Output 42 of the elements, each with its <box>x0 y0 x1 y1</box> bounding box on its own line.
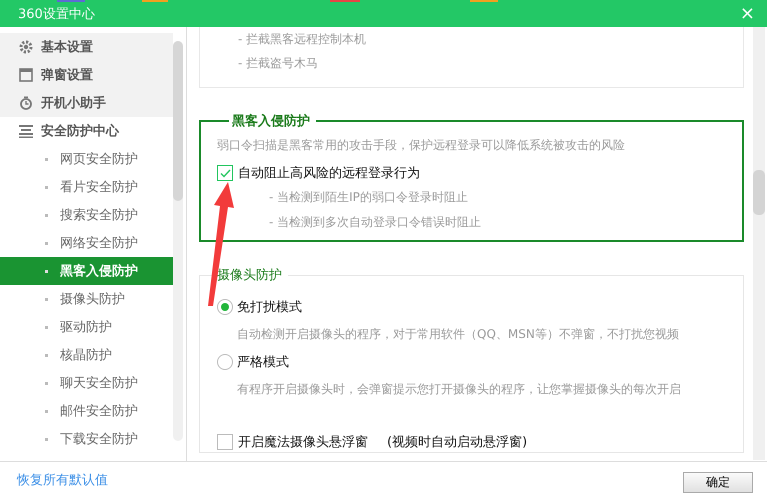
detail-line: - 当检测到多次自动登录口令错误时阻止 <box>269 214 482 231</box>
detail-line: - 当检测到陌生IP的弱口令登录时阻止 <box>269 189 469 206</box>
radio-button[interactable] <box>217 299 233 315</box>
mode-description: 自动检测开启摄像头的程序，对于常用软件（QQ、MSN等）不弹窗，不打扰您视频 <box>237 326 680 343</box>
section-description: 弱口令扫描是黑客常用的攻击手段，保护远程登录可以降低系统被攻击的风险 <box>217 137 626 154</box>
sidebar-item[interactable]: 网络安全防护 <box>0 229 173 257</box>
sidebar-item[interactable]: 核晶防护 <box>0 341 173 369</box>
sidebar-item[interactable]: 搜索安全防护 <box>0 201 173 229</box>
checkmark-icon <box>220 168 230 178</box>
feature-line: - 拦截黑客远程控制本机 <box>238 31 368 48</box>
sidebar-item[interactable]: 开机小助手 <box>0 89 173 117</box>
window-title: 360设置中心 <box>18 6 95 22</box>
sidebar-item[interactable]: 基本设置 <box>0 33 173 61</box>
radio-label: 免打扰模式 <box>237 299 302 316</box>
sidebar-item[interactable]: 看片安全防护 <box>0 173 173 201</box>
checkbox[interactable] <box>217 165 233 181</box>
restore-defaults-link[interactable]: 恢复所有默认值 <box>17 470 108 488</box>
window-icon <box>19 68 33 82</box>
radio-button[interactable] <box>217 354 233 370</box>
scrollbar[interactable] <box>173 41 183 441</box>
ok-button[interactable]: 确定 <box>683 472 753 493</box>
sidebar-item[interactable]: 弹窗设置 <box>0 61 173 89</box>
sidebar-item[interactable]: 下载安全防护 <box>0 425 173 453</box>
section-title: 黑客入侵防护 <box>231 112 311 130</box>
radio-label: 严格模式 <box>237 354 289 371</box>
sidebar-item[interactable]: 网页安全防护 <box>0 145 173 173</box>
checkbox-label: 开启魔法摄像头悬浮窗 <box>238 434 368 451</box>
scrollbar[interactable] <box>753 27 765 460</box>
sidebar-item[interactable]: 驱动防护 <box>0 313 173 341</box>
sidebar-item[interactable]: 摄像头防护 <box>0 285 173 313</box>
sidebar-item[interactable]: 聊天安全防护 <box>0 369 173 397</box>
checkbox-label: 自动阻止高风险的远程登录行为 <box>238 165 420 182</box>
stopwatch-icon <box>19 96 33 110</box>
gear-icon <box>19 40 33 54</box>
sidebar-item[interactable]: 安全防护中心 <box>0 117 173 145</box>
sidebar-item[interactable]: 邮件安全防护 <box>0 397 173 425</box>
feature-line: - 拦截盗号木马 <box>238 55 320 72</box>
checkbox[interactable] <box>217 434 233 450</box>
option-note: (视频时自动启动悬浮窗) <box>387 434 528 451</box>
mode-description: 有程序开启摄像头时，会弹窗提示您打开摄像头的程序，让您掌握摄像头的每次开启 <box>237 381 682 398</box>
section-title: 摄像头防护 <box>217 267 283 284</box>
sidebar-item[interactable]: 黑客入侵防护 <box>0 257 173 285</box>
